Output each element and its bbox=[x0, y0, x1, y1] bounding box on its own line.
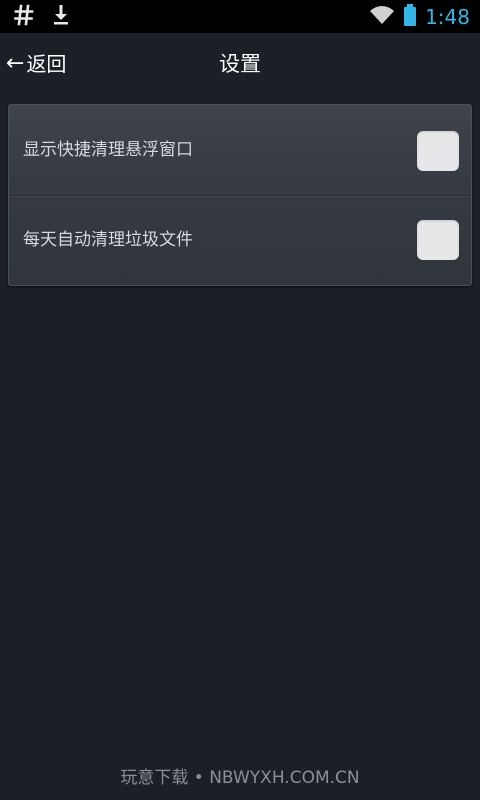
setting-row-floating-window[interactable]: 显示快捷清理悬浮窗口 bbox=[9, 105, 471, 195]
page-title: 设置 bbox=[219, 52, 261, 76]
setting-row-auto-clean[interactable]: 每天自动清理垃圾文件 bbox=[9, 196, 471, 286]
status-bar: 1:48 bbox=[0, 0, 480, 33]
download-icon bbox=[52, 4, 70, 30]
battery-icon bbox=[403, 4, 417, 30]
settings-panel: 显示快捷清理悬浮窗口 每天自动清理垃圾文件 bbox=[8, 104, 472, 286]
status-bar-right: 1:48 bbox=[369, 4, 470, 30]
wifi-icon bbox=[369, 5, 395, 29]
watermark: 玩意下载 • NBWYXH.COM.CN bbox=[120, 768, 360, 788]
status-bar-left bbox=[14, 4, 70, 30]
setting-label-floating-window: 显示快捷清理悬浮窗口 bbox=[23, 140, 193, 160]
setting-label-auto-clean: 每天自动清理垃圾文件 bbox=[23, 230, 193, 250]
auto-clean-checkbox[interactable] bbox=[417, 220, 459, 260]
status-clock: 1:48 bbox=[425, 5, 470, 29]
title-bar: ← 返回 设置 bbox=[0, 33, 480, 98]
hash-icon bbox=[14, 4, 34, 30]
floating-window-checkbox[interactable] bbox=[417, 131, 459, 171]
